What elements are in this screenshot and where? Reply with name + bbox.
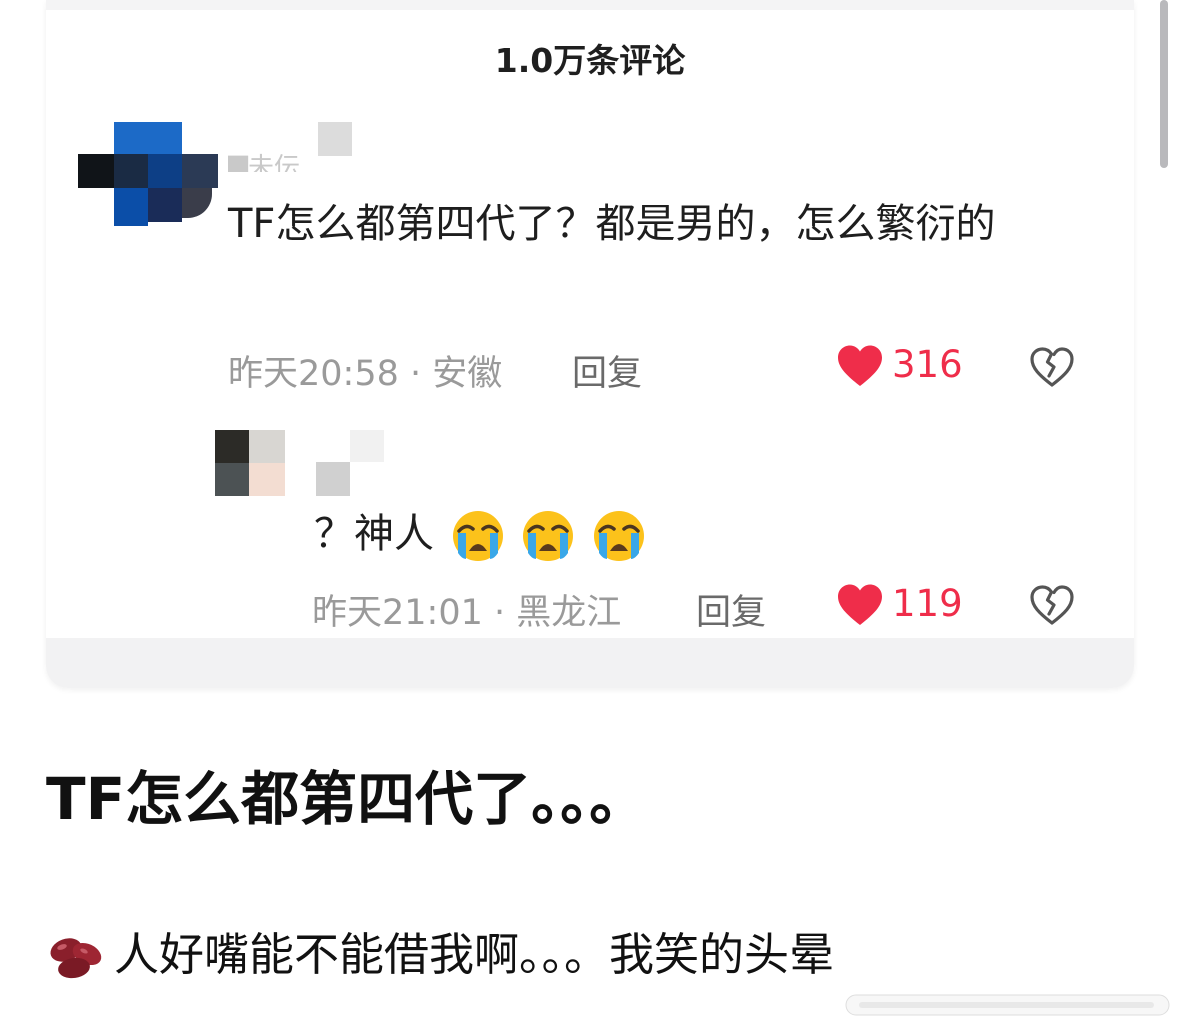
post-body-text: 人好嘴能不能借我啊。。。我笑的头晕 (114, 928, 835, 981)
comment-meta: 昨天21:01 · 黑龙江 (312, 584, 621, 635)
avatar[interactable] (78, 122, 218, 226)
comment-location: 黑龙江 (516, 593, 622, 633)
meta-separator: · (398, 354, 433, 394)
comment-meta: 昨天20:58 · 安徽 (228, 345, 502, 396)
panel-top-strip (46, 0, 1134, 10)
scrollbar-thumb[interactable] (1160, 0, 1168, 168)
username-blur-block (316, 462, 350, 496)
panel-bottom-bar (46, 638, 1134, 688)
loudly-crying-face-icon (452, 511, 503, 561)
reply-comment-body: ？神人 (314, 511, 434, 557)
heart-like-icon[interactable] (836, 344, 884, 388)
comment-time: 昨天20:58 (228, 354, 399, 394)
comment-text: TF怎么都第四代了？都是男的，怎么繁衍的 (228, 201, 996, 247)
post-body: 人好嘴能不能借我啊。。。我笑的头晕 (46, 918, 834, 983)
like-count: 119 (892, 582, 963, 625)
beans-emoji-icon (50, 938, 102, 979)
broken-heart-dislike-icon[interactable] (1029, 584, 1075, 626)
comment-time: 昨天21:01 (312, 593, 483, 633)
comment-count-title: 1.0万条评论 (494, 41, 686, 80)
reply-button[interactable]: 回复 (696, 584, 766, 635)
like-count: 316 (892, 343, 963, 386)
reply-comment-text: ？神人 (314, 498, 834, 570)
avatar[interactable] (215, 430, 285, 496)
meta-separator: · (482, 593, 517, 633)
watermark-bar (845, 994, 1170, 1016)
broken-heart-dislike-icon[interactable] (1029, 346, 1075, 388)
comment-location: 安徽 (432, 354, 503, 394)
username-blur-block (318, 122, 352, 156)
username-blur-block (350, 430, 384, 462)
loudly-crying-face-icon (523, 511, 574, 561)
post-headline: TF怎么都第四代了。。。 (46, 765, 648, 833)
reply-button[interactable]: 回复 (572, 345, 642, 396)
comment-username[interactable]: ▇未伝 (228, 148, 300, 172)
comment-panel: 1.0万条评论 ▇未伝 TF怎么都第四代了？都是男的，怎么繁衍的 昨天20:58… (46, 0, 1134, 688)
heart-like-icon[interactable] (836, 583, 884, 627)
loudly-crying-face-icon (594, 511, 645, 561)
